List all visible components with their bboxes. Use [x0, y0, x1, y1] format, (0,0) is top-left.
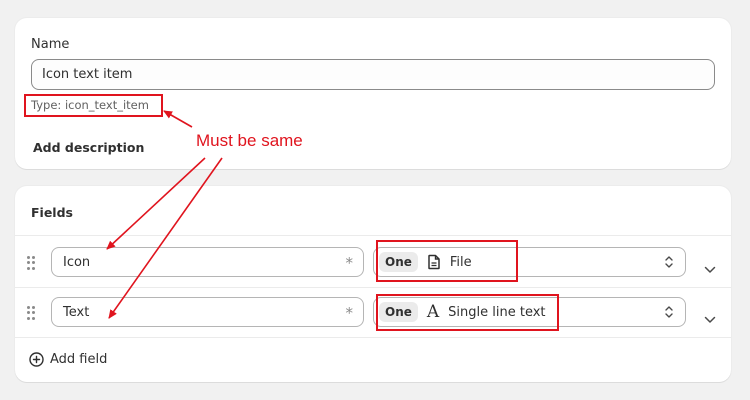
required-asterisk-icon: * [345, 254, 354, 272]
add-description-button[interactable]: Add description [33, 140, 144, 155]
highlight-box [24, 94, 163, 117]
select-updown-icon [664, 305, 674, 323]
name-label: Name [31, 37, 70, 52]
fields-card: Fields Icon * One File Text * One A Sing… [15, 186, 731, 382]
highlight-box [376, 294, 559, 331]
fields-heading: Fields [31, 205, 73, 220]
chevron-down-icon[interactable] [704, 309, 716, 328]
drag-handle-icon[interactable] [27, 306, 37, 320]
name-input[interactable]: Icon text item [31, 59, 715, 90]
annotation-text: Must be same [196, 131, 303, 150]
drag-handle-icon[interactable] [27, 256, 37, 270]
field-name-input[interactable]: Text * [51, 297, 364, 327]
row-divider [15, 337, 731, 338]
field-name-value: Icon [63, 254, 91, 270]
add-field-label: Add field [50, 352, 108, 367]
row-divider [15, 235, 731, 236]
field-name-input[interactable]: Icon * [51, 247, 364, 277]
add-field-button[interactable]: Add field [29, 352, 107, 367]
plus-circle-icon [29, 352, 44, 367]
field-name-value: Text [63, 304, 90, 320]
select-updown-icon [664, 255, 674, 273]
row-divider [15, 287, 731, 288]
name-input-value: Icon text item [42, 67, 133, 82]
chevron-down-icon[interactable] [704, 259, 716, 278]
required-asterisk-icon: * [345, 304, 354, 322]
highlight-box [376, 240, 518, 282]
